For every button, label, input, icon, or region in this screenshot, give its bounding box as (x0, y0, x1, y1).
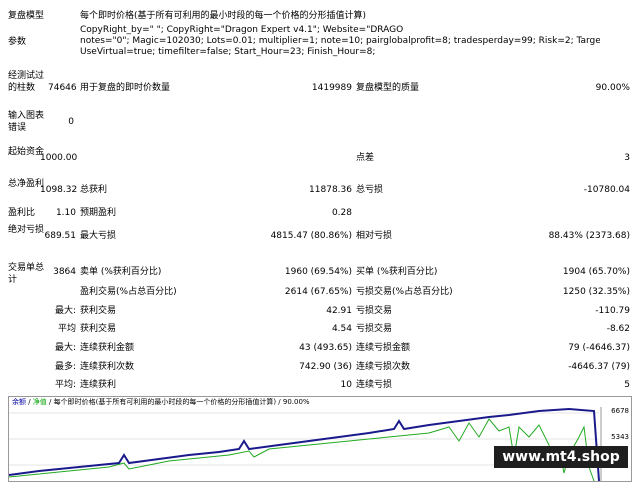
gross-loss-value: -10780.04 (583, 185, 630, 195)
short-value: 1960 (69.54%) (284, 267, 352, 277)
quality-value: 90.00% (595, 83, 630, 93)
maximal-cons-profit-value: 742.90 (36) (299, 362, 352, 372)
params-line: CopyRight_by=" "; CopyRight="Dragon Expe… (80, 25, 404, 35)
maximal-label: 最多: (54, 362, 76, 372)
trades-value: 3864 (53, 267, 76, 277)
average-label: 平均 (57, 324, 76, 334)
avg-cons-wins-label: 连续获利 (80, 380, 117, 390)
avg-cons-label: 平均: (54, 380, 76, 390)
max-label: 最大: (54, 343, 76, 353)
long-label: 买单 (%获利百分比) (356, 267, 438, 277)
net-value: 1098.32 (40, 185, 78, 195)
gross-loss-label: 总亏损 (356, 185, 384, 195)
profit-trades-value: 2614 (67.65%) (284, 287, 352, 297)
loss-trades-label: 亏损交易(%占总百分比) (356, 287, 453, 297)
clipped-top-strip (0, 0, 640, 4)
maximal-cons-loss-value: -4646.37 (79) (568, 362, 630, 372)
gross-profit-label: 总获利 (80, 185, 108, 195)
params-line: UseVirtual=true; timefilter=false; Start… (80, 47, 376, 57)
max-cons-losses-label: 连续亏损金额 (356, 343, 411, 353)
avg-cons-losses-label: 连续亏损 (356, 380, 393, 390)
site-watermark: www.mt4.shop (494, 446, 628, 468)
average-profit-value: 4.54 (331, 324, 352, 334)
profit-trades-label: 盈利交易(%占总百分比) (80, 287, 177, 297)
pf-label: 盈利比 (8, 208, 36, 218)
average-loss-label: 亏损交易 (356, 324, 393, 334)
ticks-value: 1419989 (311, 83, 352, 93)
avg-cons-losses-value: 5 (624, 380, 630, 390)
avg-cons-wins-value: 10 (340, 380, 352, 390)
ticks-label: 用于复盘的即时价数量 (80, 83, 171, 93)
mismatch-label: 输入图表错误 (8, 111, 45, 133)
max-cons-wins-value: 43 (493.65) (299, 343, 352, 353)
balance-equity-chart: 余额 / 净值 / 每个即时价格(基于所有可利用的最小时段的每一个价格的分形插值… (8, 396, 632, 482)
largest-profit-label: 获利交易 (80, 306, 117, 316)
expected-label: 预期盈利 (80, 208, 117, 218)
abs-dd-value: 689.51 (44, 231, 77, 241)
chart-plot (9, 407, 602, 481)
params-value: CopyRight_by=" "; CopyRight="Dragon Expe… (80, 25, 600, 58)
max-dd-label: 最大亏损 (80, 231, 117, 241)
quality-label: 复盘模型的质量 (356, 83, 420, 93)
pf-value: 1.10 (55, 208, 76, 218)
ytick-mid: 5343 (611, 433, 629, 441)
max-cons-losses-value: 79 (-4646.37) (568, 343, 630, 353)
deposit-value: 1000.00 (40, 153, 78, 163)
max-dd-value: 4815.47 (80.86%) (270, 231, 352, 241)
spread-value: 3 (624, 153, 630, 163)
rel-dd-label: 相对亏损 (356, 231, 393, 241)
expected-value: 0.28 (331, 208, 352, 218)
average-profit-label: 获利交易 (80, 324, 117, 334)
bars-value: 74646 (48, 83, 77, 93)
loss-trades-value: 1250 (32.35%) (562, 287, 630, 297)
largest-loss-label: 亏损交易 (356, 306, 393, 316)
max-cons-wins-label: 连续获利金额 (80, 343, 135, 353)
bars-label: 经测试过的柱数 (8, 71, 45, 93)
average-loss-value: -8.62 (606, 324, 630, 334)
maximal-cons-loss-label: 连续亏损次数 (356, 362, 411, 372)
largest-profit-value: 42.91 (326, 306, 352, 316)
gross-profit-value: 11878.36 (309, 185, 352, 195)
ytick-top: 6678 (611, 407, 629, 415)
rel-dd-value: 88.43% (2373.68) (548, 231, 630, 241)
long-value: 1904 (65.70%) (562, 267, 630, 277)
params-line: notes="0"; Magic=102030; Lots=0.01; mult… (80, 36, 600, 46)
short-label: 卖单 (%获利百分比) (80, 267, 162, 277)
largest-loss-value: -110.79 (595, 306, 630, 316)
model-label: 复盘模型 (8, 11, 45, 21)
mismatch-value: 0 (68, 117, 74, 127)
spread-label: 点差 (356, 153, 375, 163)
model-value: 每个即时价格(基于所有可利用的最小时段的每一个价格的分形插值计算) (80, 11, 367, 21)
largest-label: 最大: (54, 306, 76, 316)
params-label: 参数 (8, 37, 27, 47)
maximal-cons-profit-label: 连续获利次数 (80, 362, 135, 372)
